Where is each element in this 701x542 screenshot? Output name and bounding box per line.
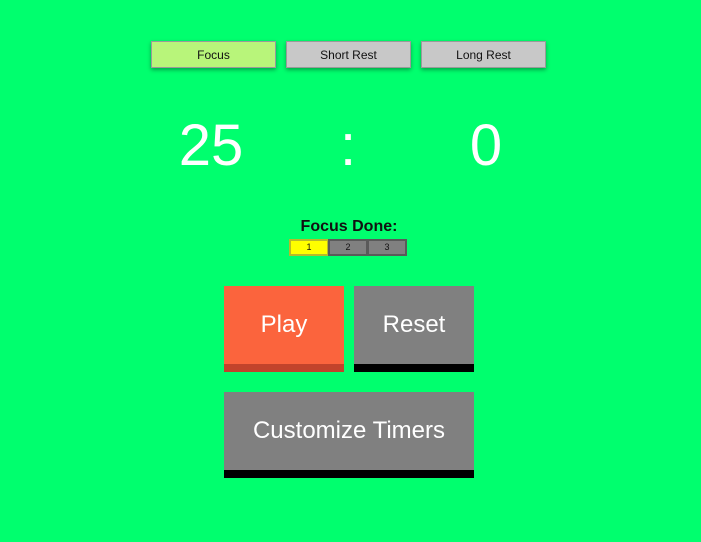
focus-progress: 1 2 3 (289, 239, 409, 256)
tab-focus[interactable]: Focus (151, 41, 276, 68)
focus-box-2: 2 (328, 239, 368, 256)
timer-display: 25 : 0 (0, 110, 701, 182)
focus-done-label: Focus Done: (300, 218, 398, 235)
play-button[interactable]: Play (224, 286, 344, 372)
tab-long-rest[interactable]: Long Rest (421, 41, 546, 68)
timer-seconds: 0 (469, 113, 503, 178)
mode-tabs: Focus Short Rest Long Rest (151, 41, 546, 68)
timer-minutes: 25 (178, 113, 244, 178)
focus-box-3: 3 (367, 239, 407, 256)
focus-box-1: 1 (289, 239, 329, 256)
reset-button[interactable]: Reset (354, 286, 474, 372)
timer-separator: : (339, 113, 357, 178)
tab-short-rest[interactable]: Short Rest (286, 41, 411, 68)
customize-timers-button[interactable]: Customize Timers (224, 392, 474, 478)
